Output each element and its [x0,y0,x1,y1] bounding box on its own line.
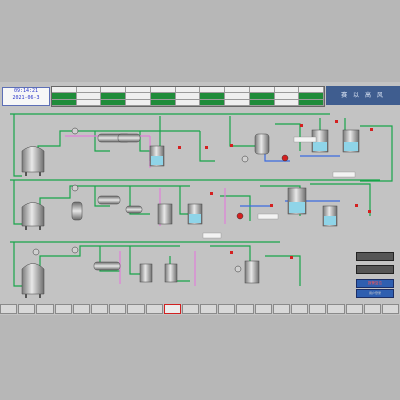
pipes-row-1 [10,113,393,182]
clock-time: 09:14:21 [13,88,39,94]
heat-exchanger-5[interactable] [93,261,121,271]
screen-tab[interactable] [291,304,309,314]
pump-7[interactable] [234,265,242,273]
heat-exchanger-3[interactable] [97,195,121,205]
heat-exchanger-6[interactable] [71,201,83,221]
mixing-tank-2[interactable] [254,133,270,155]
pump-3[interactable] [281,154,289,162]
user-login-button[interactable]: 用户登录 [356,289,394,298]
pump-1[interactable] [71,127,79,135]
screen-tab[interactable] [381,304,400,314]
screen-tab[interactable] [145,304,163,314]
valve-group-row-3[interactable] [230,251,293,259]
mixing-tank-6[interactable] [187,203,203,225]
screen-tab[interactable] [236,304,254,314]
header-data-grid [51,86,325,107]
mixing-tank-5[interactable] [157,203,173,225]
storage-tank-1[interactable] [21,146,45,177]
storage-tank-3[interactable] [21,263,45,299]
screen-tab[interactable] [90,304,109,314]
status-display-2 [356,265,394,274]
screen-tab-bar [0,304,400,314]
screen-tab[interactable] [200,304,218,314]
screen-tab[interactable] [72,304,90,314]
screen-tab[interactable] [127,304,145,314]
screen-tab[interactable] [363,304,381,314]
screen-tab[interactable] [0,304,18,314]
storage-tank-2[interactable] [21,202,45,231]
clock-date: 2021-06-3 [12,95,40,101]
pump-2[interactable] [241,155,249,163]
mixing-tank-1[interactable] [149,145,165,167]
screen-tab[interactable] [54,304,72,314]
screen-tab[interactable] [254,304,272,314]
screen-tab[interactable] [327,304,345,314]
screen-tab[interactable] [345,304,363,314]
screen-tab[interactable] [163,304,181,314]
company-logo: 赛 以 高 风 [326,86,400,105]
mixing-tank-11[interactable] [244,260,260,284]
screen-tab[interactable] [18,304,36,314]
mixing-tank-4[interactable] [342,129,360,153]
pump-4[interactable] [71,184,79,192]
screen-tab[interactable] [272,304,290,314]
screen-tab[interactable] [218,304,236,314]
status-display-1 [356,252,394,261]
screen-tab[interactable] [36,304,54,314]
screen-tab[interactable] [109,304,127,314]
screen-tab[interactable] [309,304,327,314]
pump-5[interactable] [236,212,244,220]
clock-panel: 09:14:21 2021-06-3 [2,87,50,106]
alarm-reset-button[interactable]: 报警复位 [356,279,394,288]
mixing-tank-8[interactable] [322,205,338,227]
pump-6[interactable] [71,246,79,254]
process-flow-diagram [10,113,393,299]
mixing-tank-10[interactable] [164,263,178,283]
heat-exchanger-2[interactable] [117,133,141,143]
mixing-tank-9[interactable] [139,263,153,283]
screen-tab[interactable] [181,304,200,314]
pump-8[interactable] [32,248,40,256]
mixing-tank-7[interactable] [287,187,307,215]
heat-exchanger-4[interactable] [125,205,143,214]
